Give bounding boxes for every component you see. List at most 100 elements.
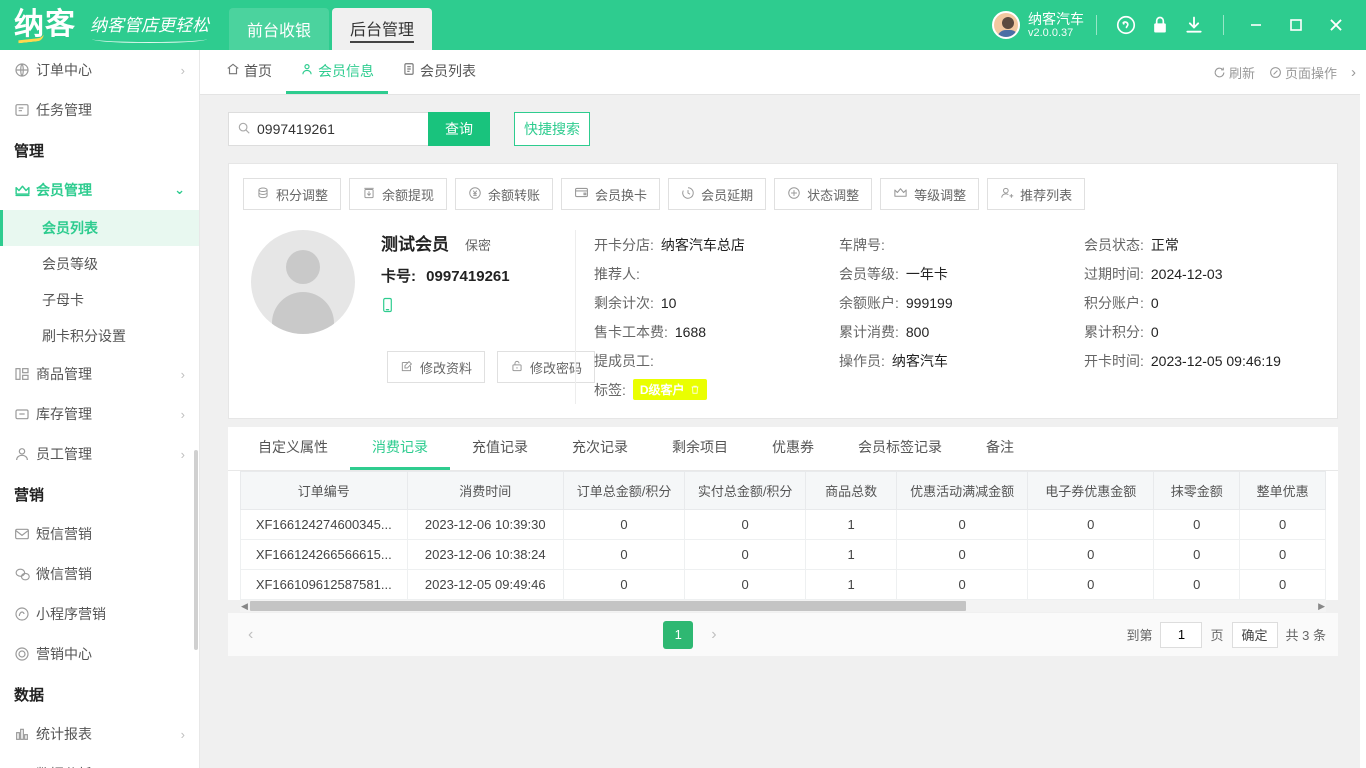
detail-tab-label: 消费记录 <box>372 439 428 455</box>
sidebar-item-member-management[interactable]: 会员管理 ⌄ <box>0 170 199 210</box>
table-row[interactable]: XF166124274600345... 2023-12-06 10:39:30… <box>240 509 1326 540</box>
sidebar-item-member-level[interactable]: 会员等级 <box>0 246 199 282</box>
column-header-whole-order-discount[interactable]: 整单优惠 <box>1239 471 1326 510</box>
tab-member-info-label: 会员信息 <box>318 62 374 79</box>
table-row[interactable]: XF166124266566615... 2023-12-06 10:38:24… <box>240 539 1326 570</box>
column-header-goods-count[interactable]: 商品总数 <box>805 471 898 510</box>
search-box[interactable] <box>228 112 428 146</box>
chevron-right-icon[interactable]: › <box>1351 64 1356 81</box>
member-card-number: 卡号: 0997419261 <box>381 265 575 286</box>
column-header-round-off[interactable]: 抹零金额 <box>1153 471 1241 510</box>
column-header-paid-total[interactable]: 实付总金额/积分 <box>684 471 807 510</box>
search-input[interactable] <box>257 121 420 137</box>
tab-remarks[interactable]: 备注 <box>964 427 1036 470</box>
sidebar-item-statistics-report[interactable]: 统计报表 › <box>0 714 199 754</box>
sidebar-item-marketing-center[interactable]: 营销中心 <box>0 634 199 674</box>
page-operations-button[interactable]: 页面操作 <box>1269 63 1337 82</box>
minimize-icon[interactable] <box>1236 0 1276 50</box>
column-header-promo-discount[interactable]: 优惠活动满减金额 <box>896 471 1029 510</box>
referral-list-button[interactable]: 推荐列表 <box>987 178 1086 210</box>
status-adjust-button[interactable]: 状态调整 <box>774 178 873 210</box>
field-points-account: 积分账户: 0 <box>1084 288 1364 317</box>
field-label: 累计消费: <box>839 323 899 340</box>
points-adjust-button[interactable]: 积分调整 <box>243 178 342 210</box>
scroll-left-icon[interactable]: ◀ <box>241 601 248 612</box>
sidebar-item-data-analysis[interactable]: 数据分析 › <box>0 754 199 768</box>
cell-consume-time: 2023-12-06 10:38:24 <box>406 539 564 570</box>
field-value: 10 <box>660 294 677 311</box>
consumption-table: 订单编号 消费时间 订单总金额/积分 实付总金额/积分 商品总数 优惠活动满减金… <box>240 471 1326 600</box>
tab-member-tag-records[interactable]: 会员标签记录 <box>836 427 964 470</box>
headset-icon[interactable] <box>1109 8 1143 42</box>
page-number-1[interactable]: 1 <box>663 620 694 649</box>
chevron-right-icon: › <box>180 406 185 422</box>
phone-icon[interactable] <box>381 296 575 317</box>
sidebar-item-staff-management[interactable]: 员工管理 › <box>0 434 199 474</box>
maximize-icon[interactable] <box>1276 0 1316 50</box>
balance-withdraw-button[interactable]: 余额提现 <box>349 178 448 210</box>
top-tab-frontdesk[interactable]: 前台收银 <box>229 8 330 50</box>
sidebar-item-stock-management[interactable]: 库存管理 › <box>0 394 199 434</box>
tab-home[interactable]: 首页 <box>212 50 286 94</box>
member-extend-button[interactable]: 会员延期 <box>668 178 767 210</box>
tab-recharge-records[interactable]: 充值记录 <box>450 427 550 470</box>
close-icon[interactable] <box>1316 0 1356 50</box>
sidebar-item-miniprogram-marketing[interactable]: 小程序营销 <box>0 594 199 634</box>
scroll-right-icon[interactable]: ▶ <box>1318 601 1325 612</box>
target-icon <box>14 646 36 662</box>
quick-search-button[interactable]: 快捷搜索 <box>514 112 590 146</box>
sidebar-item-sms-marketing[interactable]: 短信营销 <box>0 514 199 554</box>
table-horizontal-scrollbar[interactable]: ◀ ▶ <box>240 600 1326 612</box>
member-change-card-button[interactable]: 会员换卡 <box>561 178 661 210</box>
sidebar-scrollbar[interactable] <box>194 450 198 650</box>
refresh-button[interactable]: 刷新 <box>1213 63 1255 82</box>
sidebar-item-parent-child-card[interactable]: 子母卡 <box>0 282 199 318</box>
account-info[interactable]: 纳客汽车 v2.0.0.37 <box>992 11 1084 40</box>
cell-paid-total: 0 <box>684 509 807 540</box>
top-tab-bar: 前台收银 后台管理 <box>229 0 435 50</box>
top-tab-backoffice[interactable]: 后台管理 <box>332 8 433 50</box>
tab-count-recharge-records[interactable]: 充次记录 <box>550 427 650 470</box>
tab-member-info[interactable]: 会员信息 <box>286 50 388 94</box>
sidebar-item-swipe-points-setting[interactable]: 刷卡积分设置 <box>0 318 199 354</box>
sidebar-item-member-list[interactable]: 会员列表 <box>0 210 199 246</box>
column-header-ecoupon-discount[interactable]: 电子券优惠金额 <box>1027 471 1155 510</box>
tab-member-list[interactable]: 会员列表 <box>388 50 490 94</box>
status-badge[interactable]: D级客户 <box>632 379 707 400</box>
table-row[interactable]: XF166109612587581... 2023-12-05 09:49:46… <box>240 569 1326 600</box>
member-profile: 测试会员 保密 卡号: 0997419261 修改资料 修改密码 开卡分店: 纳… <box>239 224 1327 408</box>
sidebar-item-order-center[interactable]: 订单中心 › <box>0 50 199 90</box>
sidebar-item-goods-management[interactable]: 商品管理 › <box>0 354 199 394</box>
download-icon[interactable] <box>1177 8 1211 42</box>
field-total-consumption: 累计消费: 800 <box>839 317 1084 346</box>
confirm-page-button[interactable]: 确定 <box>1231 621 1278 648</box>
edit-profile-button[interactable]: 修改资料 <box>387 351 486 383</box>
column-header-order-total[interactable]: 订单总金额/积分 <box>562 471 686 510</box>
user-icon <box>14 446 36 462</box>
tab-coupons[interactable]: 优惠券 <box>750 427 836 470</box>
column-header-consume-time[interactable]: 消费时间 <box>406 471 564 510</box>
lock-icon[interactable] <box>1143 8 1177 42</box>
query-button[interactable]: 查询 <box>428 112 490 146</box>
page-operations-label: 页面操作 <box>1284 65 1337 81</box>
level-icon <box>893 185 908 203</box>
prev-page-button[interactable]: ‹ <box>240 626 261 644</box>
sidebar-item-task-management[interactable]: 任务管理 <box>0 90 199 130</box>
action-label: 会员换卡 <box>595 187 648 203</box>
sidebar-group-label: 管理 <box>14 142 45 160</box>
page-tab-bar-right: 刷新 页面操作 › <box>1213 50 1366 94</box>
column-header-order-no[interactable]: 订单编号 <box>240 471 408 510</box>
card-number-label: 卡号: <box>381 268 416 285</box>
goto-page-input[interactable] <box>1160 621 1203 648</box>
level-adjust-button[interactable]: 等级调整 <box>880 178 980 210</box>
clock-icon <box>681 186 695 203</box>
balance-transfer-button[interactable]: 余额转账 <box>455 178 554 210</box>
chevron-down-icon: ⌄ <box>174 182 185 197</box>
tab-consumption-records[interactable]: 消费记录 <box>350 427 450 470</box>
sidebar-item-wechat-marketing[interactable]: 微信营销 <box>0 554 199 594</box>
next-page-button[interactable]: › <box>703 626 724 644</box>
scrollbar-thumb[interactable] <box>250 601 966 611</box>
tab-remaining-projects[interactable]: 剩余项目 <box>650 427 750 470</box>
content-scrollbar[interactable] <box>1360 50 1366 768</box>
tab-custom-attributes[interactable]: 自定义属性 <box>236 427 350 470</box>
